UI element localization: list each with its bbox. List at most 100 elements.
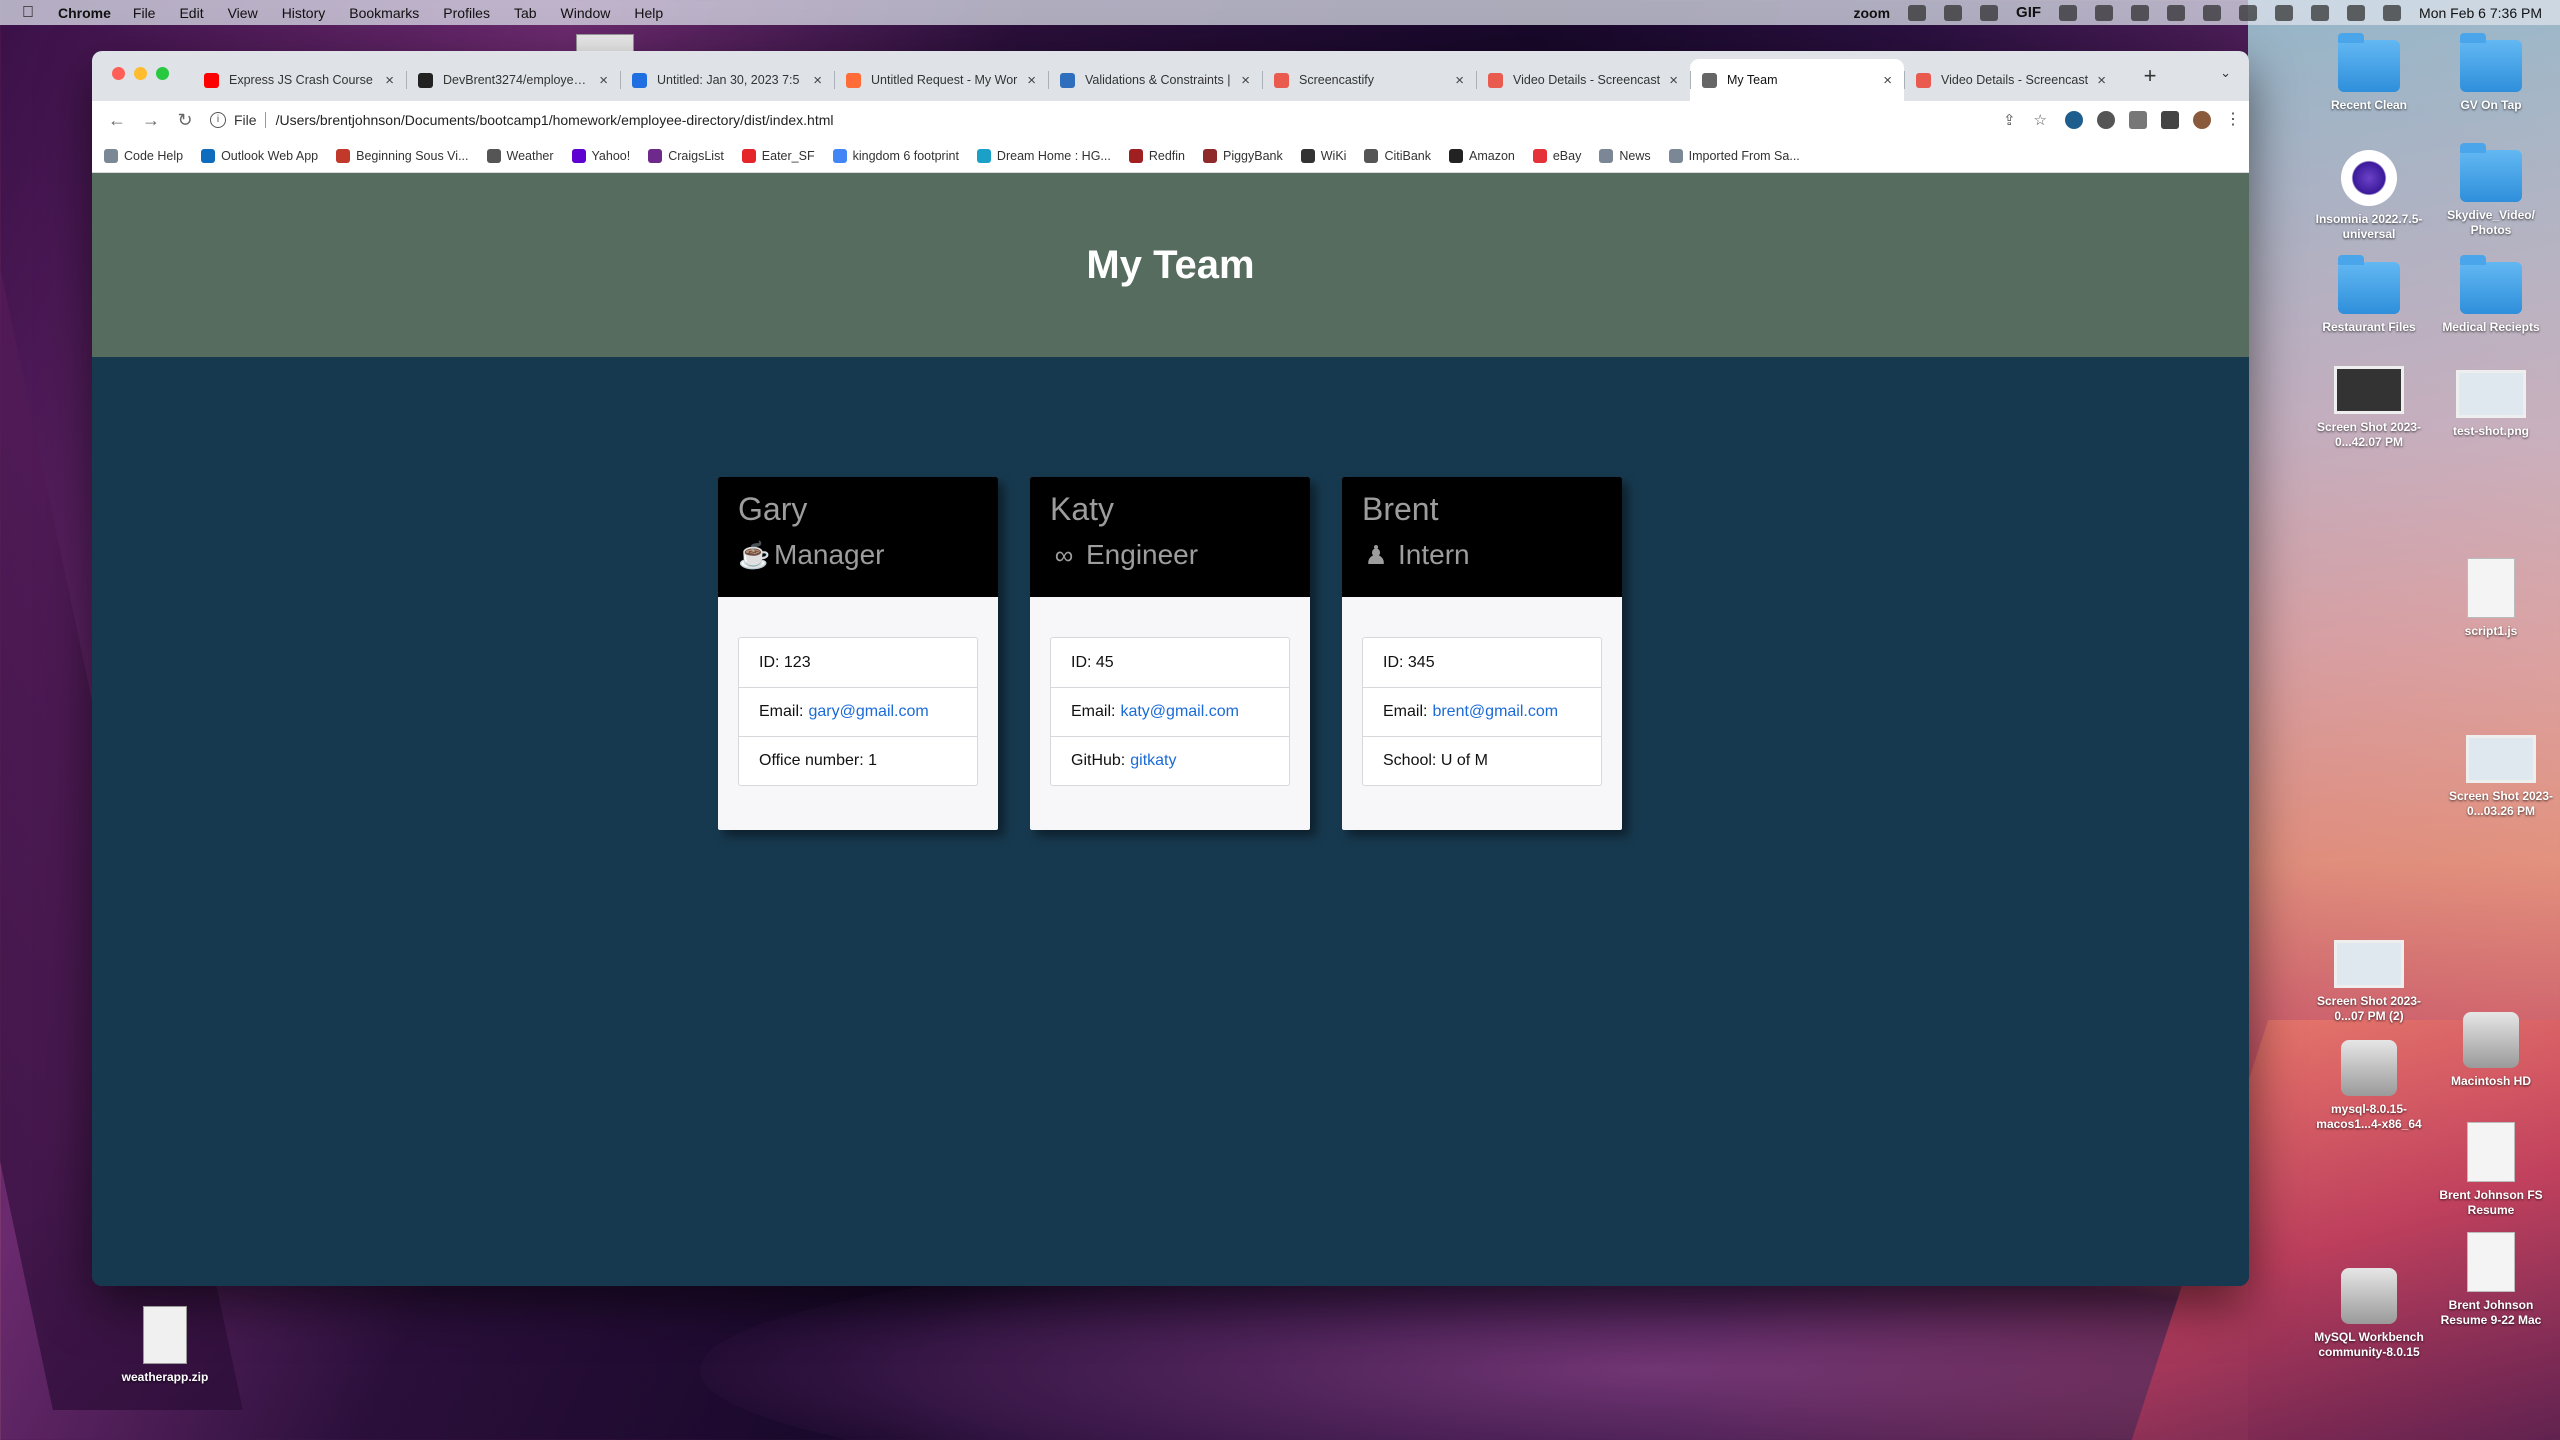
- browser-tab[interactable]: Screencastify ×: [1262, 59, 1476, 101]
- menu-file[interactable]: File: [133, 5, 156, 21]
- browser-tab[interactable]: Untitled: Jan 30, 2023 7:5 ×: [620, 59, 834, 101]
- bookmark-item[interactable]: Redfin: [1128, 148, 1185, 163]
- time-machine-icon[interactable]: [2275, 4, 2294, 21]
- bookmark-item[interactable]: Eater_SF: [741, 148, 815, 163]
- close-tab-icon[interactable]: ×: [1455, 72, 1464, 89]
- close-tab-icon[interactable]: ×: [1883, 72, 1892, 89]
- browser-tab[interactable]: DevBrent3274/employee-d ×: [406, 59, 620, 101]
- bookmark-star-icon[interactable]: ☆: [2034, 111, 2047, 129]
- spotlight-search-icon[interactable]: [2311, 4, 2330, 21]
- email-link[interactable]: katy@gmail.com: [1120, 703, 1239, 721]
- status-app-icon[interactable]: [2095, 4, 2114, 21]
- browser-tab[interactable]: Express JS Crash Course ×: [192, 59, 406, 101]
- email-link[interactable]: gary@gmail.com: [808, 703, 928, 721]
- desktop-icon[interactable]: Brent Johnson FS Resume: [2426, 1122, 2556, 1218]
- desktop-icon[interactable]: GV On Tap: [2426, 33, 2556, 113]
- desktop-icon[interactable]: Restaurant Files: [2304, 255, 2434, 335]
- desktop-icon[interactable]: Medical Reciepts: [2426, 255, 2556, 335]
- bookmark-item[interactable]: Outlook Web App: [201, 148, 318, 163]
- reading-list-icon[interactable]: [2129, 111, 2147, 129]
- bookmark-item[interactable]: Amazon: [1449, 148, 1515, 163]
- github-link[interactable]: gitkaty: [1130, 752, 1176, 770]
- desktop-icon[interactable]: mysql-8.0.15-macos1...4-x86_64: [2304, 1040, 2434, 1132]
- close-window-button[interactable]: [112, 67, 125, 80]
- tab-search-chevron-icon[interactable]: ⌄: [2220, 65, 2231, 81]
- menu-edit[interactable]: Edit: [179, 5, 203, 21]
- desktop-icon[interactable]: Recent Clean: [2304, 33, 2434, 113]
- close-tab-icon[interactable]: ×: [1669, 72, 1678, 89]
- zoom-status-item[interactable]: zoom: [1853, 5, 1890, 21]
- browser-tab[interactable]: My Team ×: [1690, 59, 1904, 101]
- email-link[interactable]: brent@gmail.com: [1432, 703, 1558, 721]
- siri-icon[interactable]: [2383, 4, 2402, 21]
- desktop-icon[interactable]: Insomnia 2022.7.5-universal: [2304, 150, 2434, 242]
- bluetooth-icon[interactable]: [2167, 4, 2186, 21]
- kebab-menu-icon[interactable]: ⋮: [2225, 111, 2241, 129]
- bookmark-item[interactable]: WiKi: [1300, 148, 1346, 163]
- browser-tab[interactable]: Video Details - Screencast ×: [1904, 59, 2118, 101]
- desktop-icon[interactable]: MySQL Workbench community-8.0.15: [2304, 1268, 2434, 1360]
- bookmark-item[interactable]: eBay: [1532, 148, 1581, 163]
- menu-view[interactable]: View: [228, 5, 258, 21]
- battery-icon[interactable]: [2203, 4, 2222, 21]
- control-center-icon[interactable]: [2347, 4, 2366, 21]
- forward-arrow-icon[interactable]: →: [136, 110, 166, 131]
- desktop-icon[interactable]: Screen Shot 2023-0...03.26 PM: [2436, 735, 2560, 819]
- apple-menu-icon[interactable]: : [22, 4, 40, 22]
- bookmark-item[interactable]: kingdom 6 footprint: [832, 148, 959, 163]
- menu-bookmarks[interactable]: Bookmarks: [349, 5, 419, 21]
- desktop-icon[interactable]: Screen Shot 2023-0...07 PM (2): [2304, 940, 2434, 1024]
- close-tab-icon[interactable]: ×: [1241, 72, 1250, 89]
- status-app-icon[interactable]: [1908, 4, 1927, 21]
- menu-help[interactable]: Help: [634, 5, 663, 21]
- close-tab-icon[interactable]: ×: [813, 72, 822, 89]
- browser-tab[interactable]: Validations & Constraints | ×: [1048, 59, 1262, 101]
- bookmark-item[interactable]: Yahoo!: [571, 148, 630, 163]
- menu-history[interactable]: History: [282, 5, 326, 21]
- wifi-icon[interactable]: [2239, 4, 2258, 21]
- desktop-icon[interactable]: weatherapp.zip: [100, 1306, 230, 1385]
- bookmark-item[interactable]: Beginning Sous Vi...: [336, 148, 469, 163]
- bookmark-item[interactable]: CraigsList: [648, 148, 724, 163]
- close-tab-icon[interactable]: ×: [2097, 72, 2106, 89]
- close-tab-icon[interactable]: ×: [385, 72, 394, 89]
- browser-tab[interactable]: Untitled Request - My Wor ×: [834, 59, 1048, 101]
- new-tab-button[interactable]: +: [2135, 61, 2165, 91]
- desktop-icon[interactable]: Screen Shot 2023-0...42.07 PM: [2304, 366, 2434, 450]
- status-app-icon[interactable]: [2059, 4, 2078, 21]
- share-icon[interactable]: ⇪: [2003, 111, 2016, 129]
- menu-window[interactable]: Window: [561, 5, 611, 21]
- bookmark-item[interactable]: Weather: [486, 148, 554, 163]
- extensions-puzzle-icon[interactable]: [2097, 111, 2115, 129]
- minimize-window-button[interactable]: [134, 67, 147, 80]
- site-info-icon[interactable]: i: [210, 112, 226, 128]
- menu-tab[interactable]: Tab: [514, 5, 537, 21]
- gif-status-item[interactable]: GIF: [2016, 4, 2041, 21]
- reload-icon[interactable]: ↻: [170, 110, 200, 131]
- desktop-icon[interactable]: Brent Johnson Resume 9-22 Mac: [2426, 1232, 2556, 1328]
- app-menu[interactable]: Chrome: [58, 5, 111, 21]
- bookmark-item[interactable]: News: [1599, 148, 1651, 163]
- address-url[interactable]: /Users/brentjohnson/Documents/bootcamp1/…: [276, 112, 834, 128]
- status-app-icon[interactable]: [2131, 4, 2150, 21]
- close-tab-icon[interactable]: ×: [1027, 72, 1036, 89]
- bookmark-item[interactable]: PiggyBank: [1202, 148, 1283, 163]
- profile-avatar[interactable]: [2193, 111, 2211, 129]
- side-panel-icon[interactable]: [2161, 111, 2179, 129]
- status-app-icon[interactable]: [1980, 4, 1999, 21]
- fullscreen-window-button[interactable]: [156, 67, 169, 80]
- close-tab-icon[interactable]: ×: [599, 72, 608, 89]
- desktop-icon[interactable]: Skydive_Video/ Photos: [2426, 143, 2556, 238]
- bookmark-item[interactable]: CitiBank: [1364, 148, 1431, 163]
- bookmark-item[interactable]: Code Help: [104, 148, 183, 163]
- desktop-icon[interactable]: script1.js: [2426, 558, 2556, 639]
- browser-tab[interactable]: Video Details - Screencast ×: [1476, 59, 1690, 101]
- bookmark-item[interactable]: Imported From Sa...: [1668, 148, 1800, 163]
- address-bar[interactable]: i File /Users/brentjohnson/Documents/boo…: [210, 106, 2055, 134]
- desktop-icon[interactable]: Macintosh HD: [2426, 1012, 2556, 1089]
- desktop-icon[interactable]: test-shot.png: [2426, 370, 2556, 439]
- menu-profiles[interactable]: Profiles: [443, 5, 490, 21]
- bookmark-item[interactable]: Dream Home : HG...: [976, 148, 1111, 163]
- extension-icon[interactable]: [2065, 111, 2083, 129]
- back-arrow-icon[interactable]: ←: [102, 110, 132, 131]
